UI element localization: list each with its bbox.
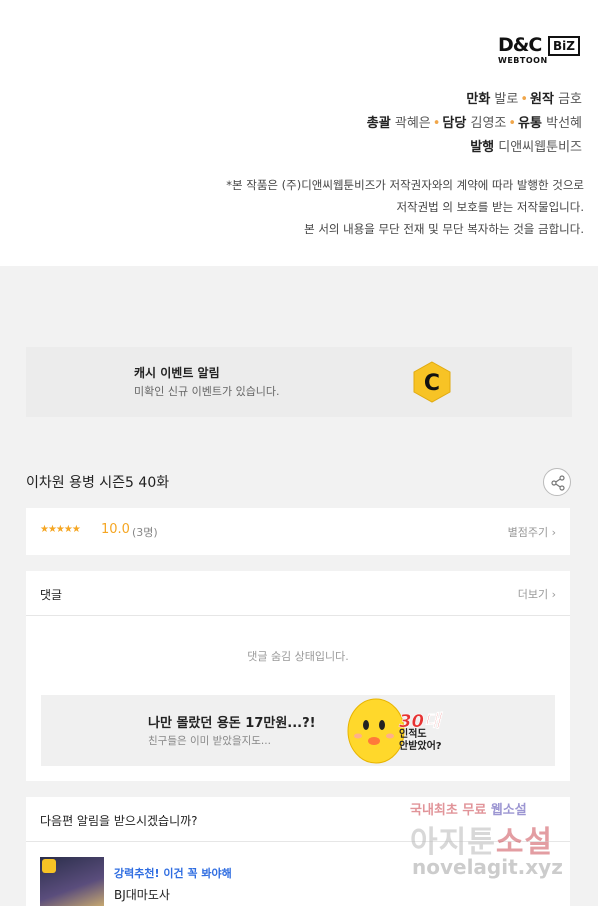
recommended-promo[interactable]: 강력추천! 이건 꼭 봐야해 [114,865,232,881]
original-value: 금호 [558,92,582,107]
cash-coin-letter: C [424,371,440,396]
comments-more-link[interactable]: 더보기 › [518,586,556,602]
supervisor-value: 곽혜은 [394,116,431,131]
share-icon [551,475,565,491]
manhwa-label: 만화 [466,92,491,107]
rate-button[interactable]: 별점주기 › [508,524,556,540]
manager-value: 김영조 [470,116,507,131]
notice-line-3: 본 서의 내용을 무단 전재 및 무단 복자하는 것을 금합니다. [304,222,584,236]
notice-line-1: *본 작품은 (주)디앤씨웹툰비즈가 저작권자와의 계약에 따라 발행한 것으로 [226,178,584,192]
recommended-thumbnail[interactable] [40,857,104,906]
rating-stars-icon: ★★★★★ [40,524,81,535]
episode-title: 이차원 용병 시즌5 40화 [26,475,170,491]
cash-coin-icon: C [413,361,451,403]
publisher-logo: D&C BiZ WEBTOON [498,34,580,66]
logo-webtoon-text: WEBTOON [498,56,548,65]
publisher-value: 디앤씨웹툰비즈 [498,140,582,155]
ad-banner[interactable]: 나만 몰랐던 용돈 17만원...?! 친구들은 이미 받았을지도... 30대… [41,695,555,766]
comment-title: 댓글 [40,588,63,602]
ad-question-line-1: 인적도 [399,729,427,740]
comment-header: 댓글 더보기 › [26,571,570,616]
credit-line-3: 발행 디앤씨웹툰비즈 [470,136,582,155]
ad-subtitle: 친구들은 이미 받았을지도... [148,735,271,747]
credit-line-2: 총괄 곽혜은 • 담당 김영조 • 유통 박선혜 [367,112,582,131]
manager-label: 담당 [442,116,467,131]
clock-icon [42,859,56,873]
share-button[interactable] [543,468,571,496]
publisher-label: 발행 [470,140,495,155]
copyright-notice: *본 작품은 (주)디앤씨웹툰비즈가 저작권자와의 계약에 따라 발행한 것으로… [164,174,584,240]
supervisor-label: 총괄 [366,116,391,131]
next-episode-alert-card: 다음편 알림을 받으시겠습니까? 강력추천! 이건 꼭 봐야해 BJ대마도사 [26,797,570,906]
next-alert-header[interactable]: 다음편 알림을 받으시겠습니까? [26,797,570,842]
ad-title: 나만 몰랐던 용돈 17만원...?! [148,716,316,731]
distribution-value: 박선혜 [546,116,582,131]
logo-main-text: D&C [498,34,542,56]
separator-dot-icon: • [432,116,441,131]
rating-count: (3명) [132,526,158,539]
credit-line-1: 만화 발로 • 원작 금호 [466,88,582,107]
next-alert-title: 다음편 알림을 받으시겠습니까? [40,814,198,828]
cash-event-banner[interactable]: 캐시 이벤트 알림 미확인 신규 이벤트가 있습니다. C [26,347,572,417]
distribution-label: 유통 [518,116,542,131]
ad-question-line-2: 안받았어? [399,741,442,752]
separator-dot-icon: • [520,92,529,107]
rating-score: 10.0 [101,522,130,537]
notice-line-2: 저작권법 의 보호를 받는 저작물입니다. [396,200,584,214]
comment-card: 댓글 더보기 › 댓글 숨김 상태입니다. 나만 몰랐던 용돈 17만원...?… [26,571,570,781]
rating-card: ★★★★★ 10.0 (3명) 별점주기 › [26,508,570,555]
cash-event-title: 캐시 이벤트 알림 [134,366,220,380]
comments-hidden-message: 댓글 숨김 상태입니다. [247,650,349,663]
cash-event-subtitle: 미확인 신규 이벤트가 있습니다. [134,385,280,398]
credits-section: D&C BiZ WEBTOON 만화 발로 • 원작 금호 총괄 곽혜은 • 담당 김영… [0,0,598,266]
original-label: 원작 [530,92,554,107]
manhwa-value: 발로 [494,92,519,107]
logo-biz-text: BiZ [548,36,580,56]
separator-dot-icon: • [508,116,517,131]
ad-question: 인적도 안받았어? [399,729,442,753]
recommended-title[interactable]: BJ대마도사 [114,886,170,903]
